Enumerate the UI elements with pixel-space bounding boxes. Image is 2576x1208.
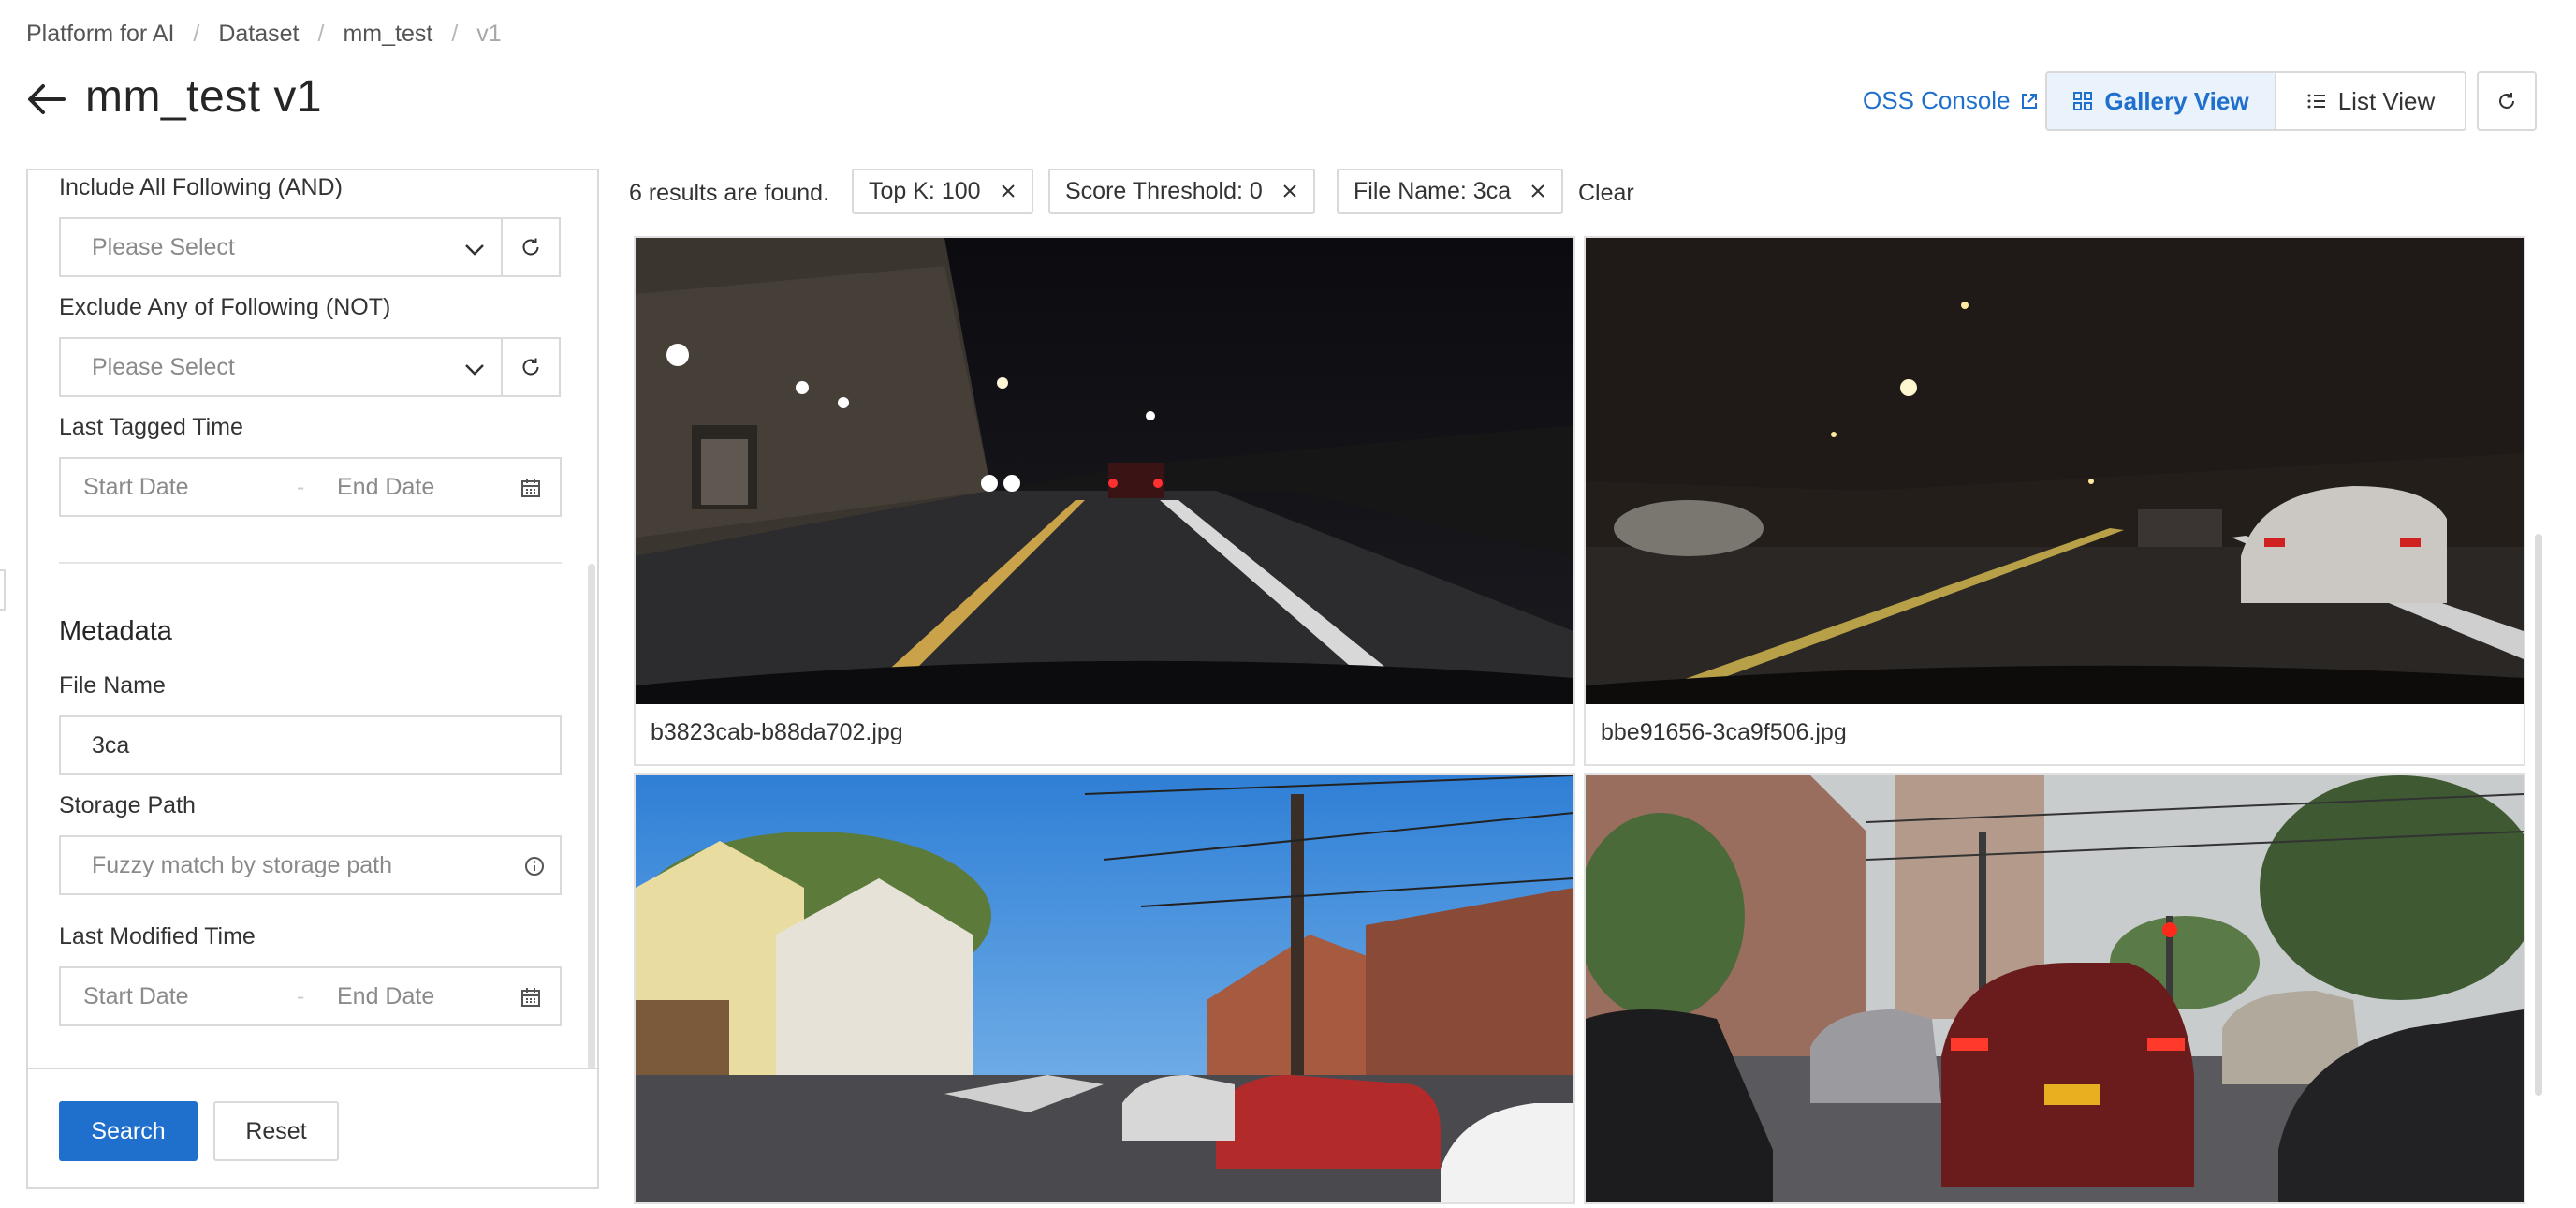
list-view-button[interactable]: List View bbox=[2276, 73, 2465, 129]
exclude-label: Exclude Any of Following (NOT) bbox=[59, 294, 391, 320]
filter-scroll-area[interactable]: Include All Following (AND) Please Selec… bbox=[28, 170, 597, 1068]
filter-tag-score: Score Threshold: 0 bbox=[1048, 169, 1315, 214]
breadcrumb-platform[interactable]: Platform for AI bbox=[26, 21, 174, 48]
gallery-card[interactable]: bbe91656-3ca9f506.jpg bbox=[1584, 236, 2525, 766]
gallery-card[interactable] bbox=[1584, 773, 2525, 1204]
filter-sidebar: Include All Following (AND) Please Selec… bbox=[26, 169, 599, 1189]
sidebar-collapse-handle[interactable] bbox=[0, 569, 6, 611]
file-name-input[interactable]: 3ca bbox=[59, 715, 562, 775]
list-view-label: List View bbox=[2337, 86, 2436, 115]
exclude-refresh-button[interactable] bbox=[501, 337, 561, 397]
include-label: Include All Following (AND) bbox=[59, 174, 343, 200]
gallery-card[interactable] bbox=[634, 773, 1575, 1204]
last-modified-end[interactable]: End Date bbox=[337, 983, 434, 1010]
arrow-left-icon bbox=[28, 84, 66, 114]
gallery-card[interactable]: b3823cab-b88da702.jpg bbox=[634, 236, 1575, 766]
breadcrumb-separator: / bbox=[193, 21, 200, 47]
file-name-label: File Name bbox=[59, 672, 166, 699]
close-icon[interactable] bbox=[1000, 183, 1017, 199]
last-tagged-label: Last Tagged Time bbox=[59, 414, 243, 440]
sidebar-scrollbar[interactable] bbox=[588, 564, 595, 1068]
back-button[interactable] bbox=[24, 77, 69, 122]
file-name-value: 3ca bbox=[92, 731, 130, 759]
refresh-icon bbox=[2499, 93, 2514, 109]
gallery-view-button[interactable]: Gallery View bbox=[2047, 73, 2276, 129]
last-tagged-range[interactable]: Start Date - End Date bbox=[59, 457, 562, 517]
breadcrumb-dataset[interactable]: Dataset bbox=[218, 21, 299, 48]
chevron-down-icon bbox=[465, 244, 484, 256]
last-modified-range[interactable]: Start Date - End Date bbox=[59, 966, 562, 1026]
gallery-image bbox=[636, 238, 1573, 704]
exclude-placeholder: Please Select bbox=[92, 353, 235, 380]
exclude-select[interactable]: Please Select bbox=[59, 337, 501, 397]
filter-tag-label: File Name: 3ca bbox=[1354, 177, 1512, 204]
close-icon[interactable] bbox=[1530, 183, 1546, 199]
filter-actions: Search Reset bbox=[28, 1068, 597, 1187]
results-count: 6 results are found. bbox=[629, 180, 830, 206]
include-select[interactable]: Please Select bbox=[59, 217, 501, 277]
last-tagged-start[interactable]: Start Date bbox=[83, 474, 189, 501]
breadcrumb-current: v1 bbox=[476, 21, 502, 47]
storage-path-placeholder: Fuzzy match by storage path bbox=[92, 851, 392, 878]
gallery-caption: bbe91656-3ca9f506.jpg bbox=[1601, 719, 1847, 745]
oss-console-label: OSS Console bbox=[1863, 86, 2011, 114]
include-refresh-button[interactable] bbox=[501, 217, 561, 277]
calendar-icon bbox=[521, 479, 540, 497]
metadata-section-title: Metadata bbox=[59, 616, 172, 646]
gallery-caption: b3823cab-b88da702.jpg bbox=[651, 719, 903, 745]
breadcrumb-separator: / bbox=[317, 21, 325, 47]
search-button[interactable]: Search bbox=[59, 1101, 198, 1161]
gallery-view-label: Gallery View bbox=[2104, 86, 2249, 115]
section-divider bbox=[59, 562, 562, 564]
storage-path-input[interactable]: Fuzzy match by storage path bbox=[59, 835, 562, 895]
storage-path-label: Storage Path bbox=[59, 792, 196, 818]
gallery-scrollbar[interactable] bbox=[2535, 534, 2542, 1096]
breadcrumb-mm-test[interactable]: mm_test bbox=[343, 21, 432, 48]
list-icon bbox=[2307, 94, 2325, 109]
last-tagged-end[interactable]: End Date bbox=[337, 474, 434, 501]
gallery-image bbox=[1586, 238, 2524, 704]
last-modified-label: Last Modified Time bbox=[59, 923, 256, 950]
include-placeholder: Please Select bbox=[92, 233, 235, 260]
breadcrumb-separator: / bbox=[451, 21, 459, 47]
close-icon[interactable] bbox=[1281, 183, 1298, 199]
calendar-icon bbox=[521, 988, 540, 1007]
filter-tag-topk: Top K: 100 bbox=[852, 169, 1033, 214]
refresh-icon bbox=[522, 358, 539, 376]
breadcrumb: Platform for AI / Dataset / mm_test / v1 bbox=[26, 21, 502, 48]
info-icon[interactable] bbox=[524, 856, 545, 877]
grid-icon bbox=[2073, 92, 2093, 110]
filter-tag-filename: File Name: 3ca bbox=[1337, 169, 1564, 214]
view-switch: Gallery View List View bbox=[2045, 71, 2466, 131]
gallery-image bbox=[1586, 775, 2524, 1202]
filter-tag-label: Score Threshold: 0 bbox=[1065, 177, 1263, 204]
page-title: mm_test v1 bbox=[85, 72, 323, 122]
last-modified-start[interactable]: Start Date bbox=[83, 983, 189, 1010]
external-link-icon bbox=[2021, 93, 2037, 109]
date-separator: - bbox=[297, 473, 305, 500]
gallery-image bbox=[636, 775, 1573, 1202]
date-separator: - bbox=[297, 982, 305, 1009]
refresh-icon bbox=[522, 238, 539, 256]
oss-console-link[interactable]: OSS Console bbox=[1863, 86, 2039, 115]
reset-button[interactable]: Reset bbox=[213, 1101, 339, 1161]
filter-tag-label: Top K: 100 bbox=[869, 177, 981, 204]
chevron-down-icon bbox=[465, 364, 484, 376]
clear-filters-link[interactable]: Clear bbox=[1578, 180, 1634, 207]
refresh-button[interactable] bbox=[2477, 71, 2537, 131]
